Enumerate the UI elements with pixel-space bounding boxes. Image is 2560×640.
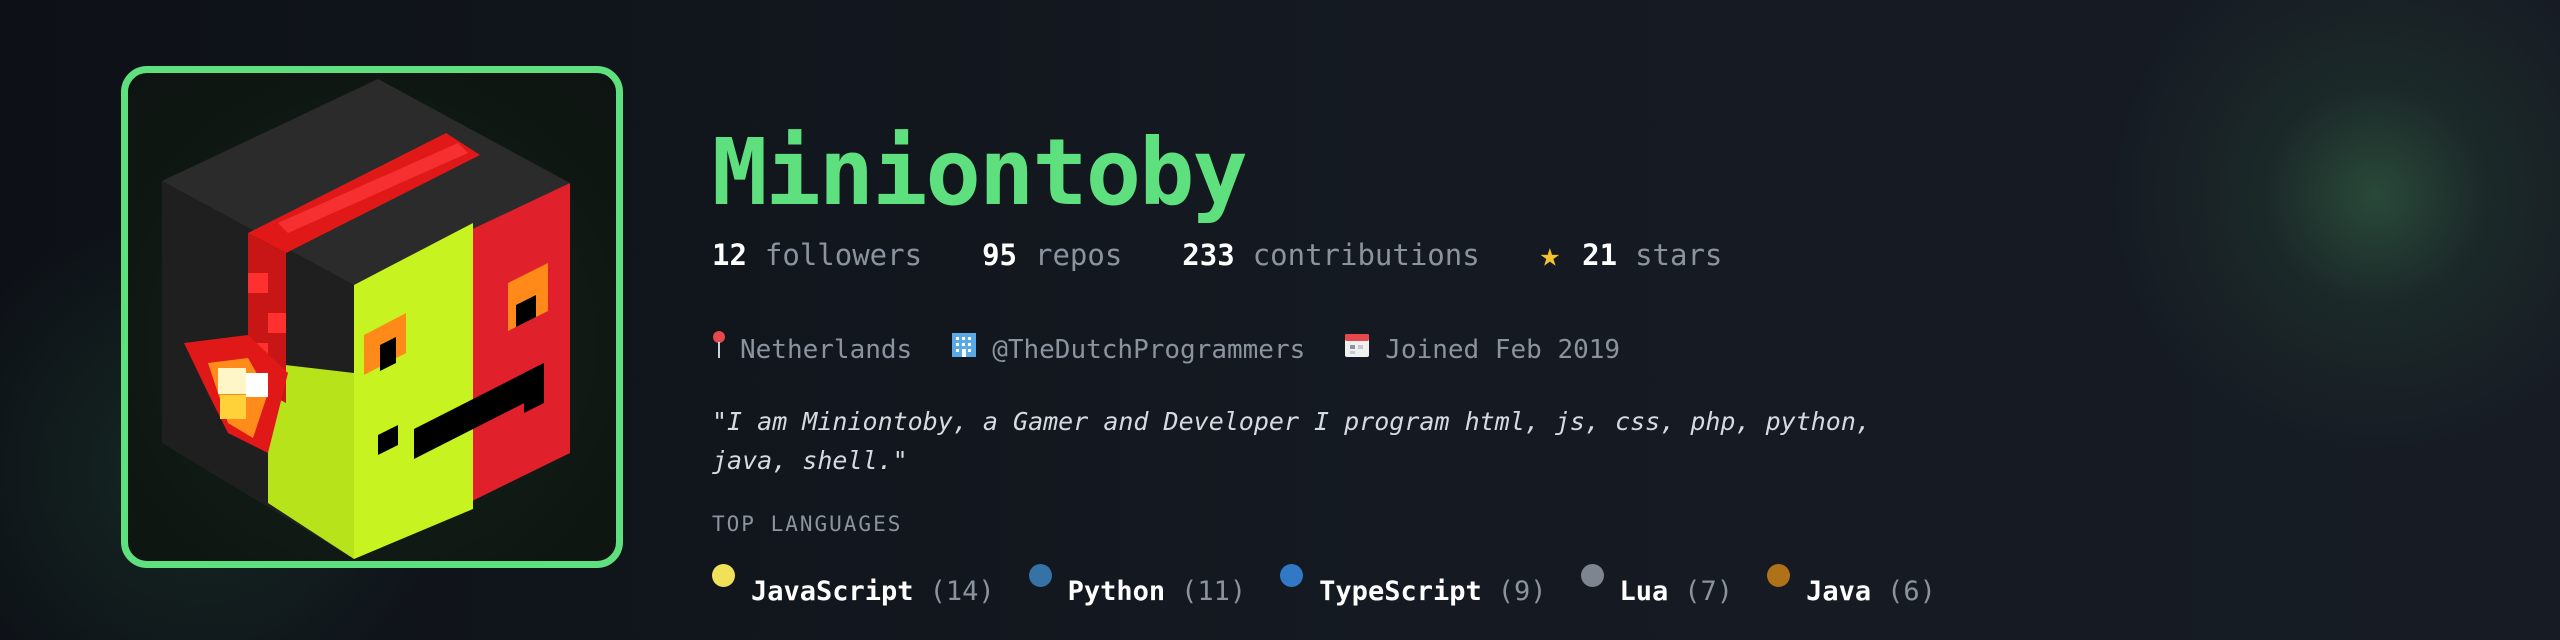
- calendar-icon: [1343, 331, 1371, 369]
- language-color-dot: [1280, 564, 1304, 587]
- language-item: Java (6): [1767, 560, 1936, 612]
- language-color-dot: [1028, 564, 1052, 587]
- language-color-dot: [1767, 564, 1791, 587]
- avatar[interactable]: [121, 66, 623, 568]
- stat-label: repos: [1034, 238, 1123, 272]
- stat-label: contributions: [1252, 238, 1480, 272]
- meta-row: Netherlands @TheDutchProgrammers Joined …: [712, 330, 1658, 370]
- location-text: Netherlands: [740, 335, 913, 365]
- star-icon: ★: [1539, 235, 1561, 275]
- stat-followers[interactable]: 12 followers: [712, 235, 922, 275]
- location: Netherlands: [712, 330, 912, 370]
- language-name: JavaScript: [751, 576, 914, 607]
- stat-contributions[interactable]: 233 contributions: [1182, 235, 1479, 275]
- language-item: TypeScript (9): [1280, 560, 1547, 612]
- language-color-dot: [712, 564, 735, 587]
- stat-stars[interactable]: ★ 21 stars: [1540, 235, 1723, 275]
- language-item: Python (11): [1028, 560, 1247, 612]
- stat-label: stars: [1635, 238, 1723, 272]
- organization-text: @TheDutchProgrammers: [992, 335, 1306, 365]
- profile-card: Miniontoby 12 followers 95 repos 233 con…: [0, 0, 2560, 640]
- stats-row: 12 followers 95 repos 233 contributions …: [712, 235, 1782, 275]
- language-color-dot: [1580, 564, 1604, 587]
- stat-value: 12: [712, 238, 747, 272]
- building-icon: [950, 331, 978, 369]
- stat-repos[interactable]: 95 repos: [982, 235, 1122, 275]
- avatar-image: [162, 79, 570, 559]
- language-count: (6): [1887, 576, 1936, 607]
- language-name: Java: [1806, 576, 1872, 607]
- languages-list: JavaScript (14) Python (11) TypeScript (…: [712, 560, 1970, 612]
- language-count: (9): [1497, 576, 1547, 607]
- stat-value: 95: [982, 238, 1017, 272]
- language-count: (14): [929, 576, 995, 607]
- bio-text: "I am Miniontoby, a Gamer and Developer …: [712, 407, 1871, 475]
- language-item: JavaScript (14): [712, 560, 995, 612]
- profile-name[interactable]: Miniontoby: [712, 118, 1248, 228]
- stat-label: followers: [764, 238, 923, 272]
- organization[interactable]: @TheDutchProgrammers: [950, 331, 1305, 369]
- language-item: Lua (7): [1580, 560, 1734, 612]
- stat-value: 21: [1582, 238, 1618, 272]
- language-name: Lua: [1619, 576, 1669, 607]
- stat-value: 233: [1182, 238, 1235, 272]
- language-name: TypeScript: [1319, 576, 1482, 607]
- language-count: (11): [1181, 576, 1247, 607]
- pin-icon: [712, 330, 726, 370]
- join-date-text: Joined Feb 2019: [1385, 335, 1621, 365]
- language-name: Python: [1067, 576, 1166, 607]
- language-count: (7): [1684, 576, 1734, 607]
- join-date: Joined Feb 2019: [1343, 331, 1620, 369]
- top-languages-title: TOP LANGUAGES: [712, 512, 903, 536]
